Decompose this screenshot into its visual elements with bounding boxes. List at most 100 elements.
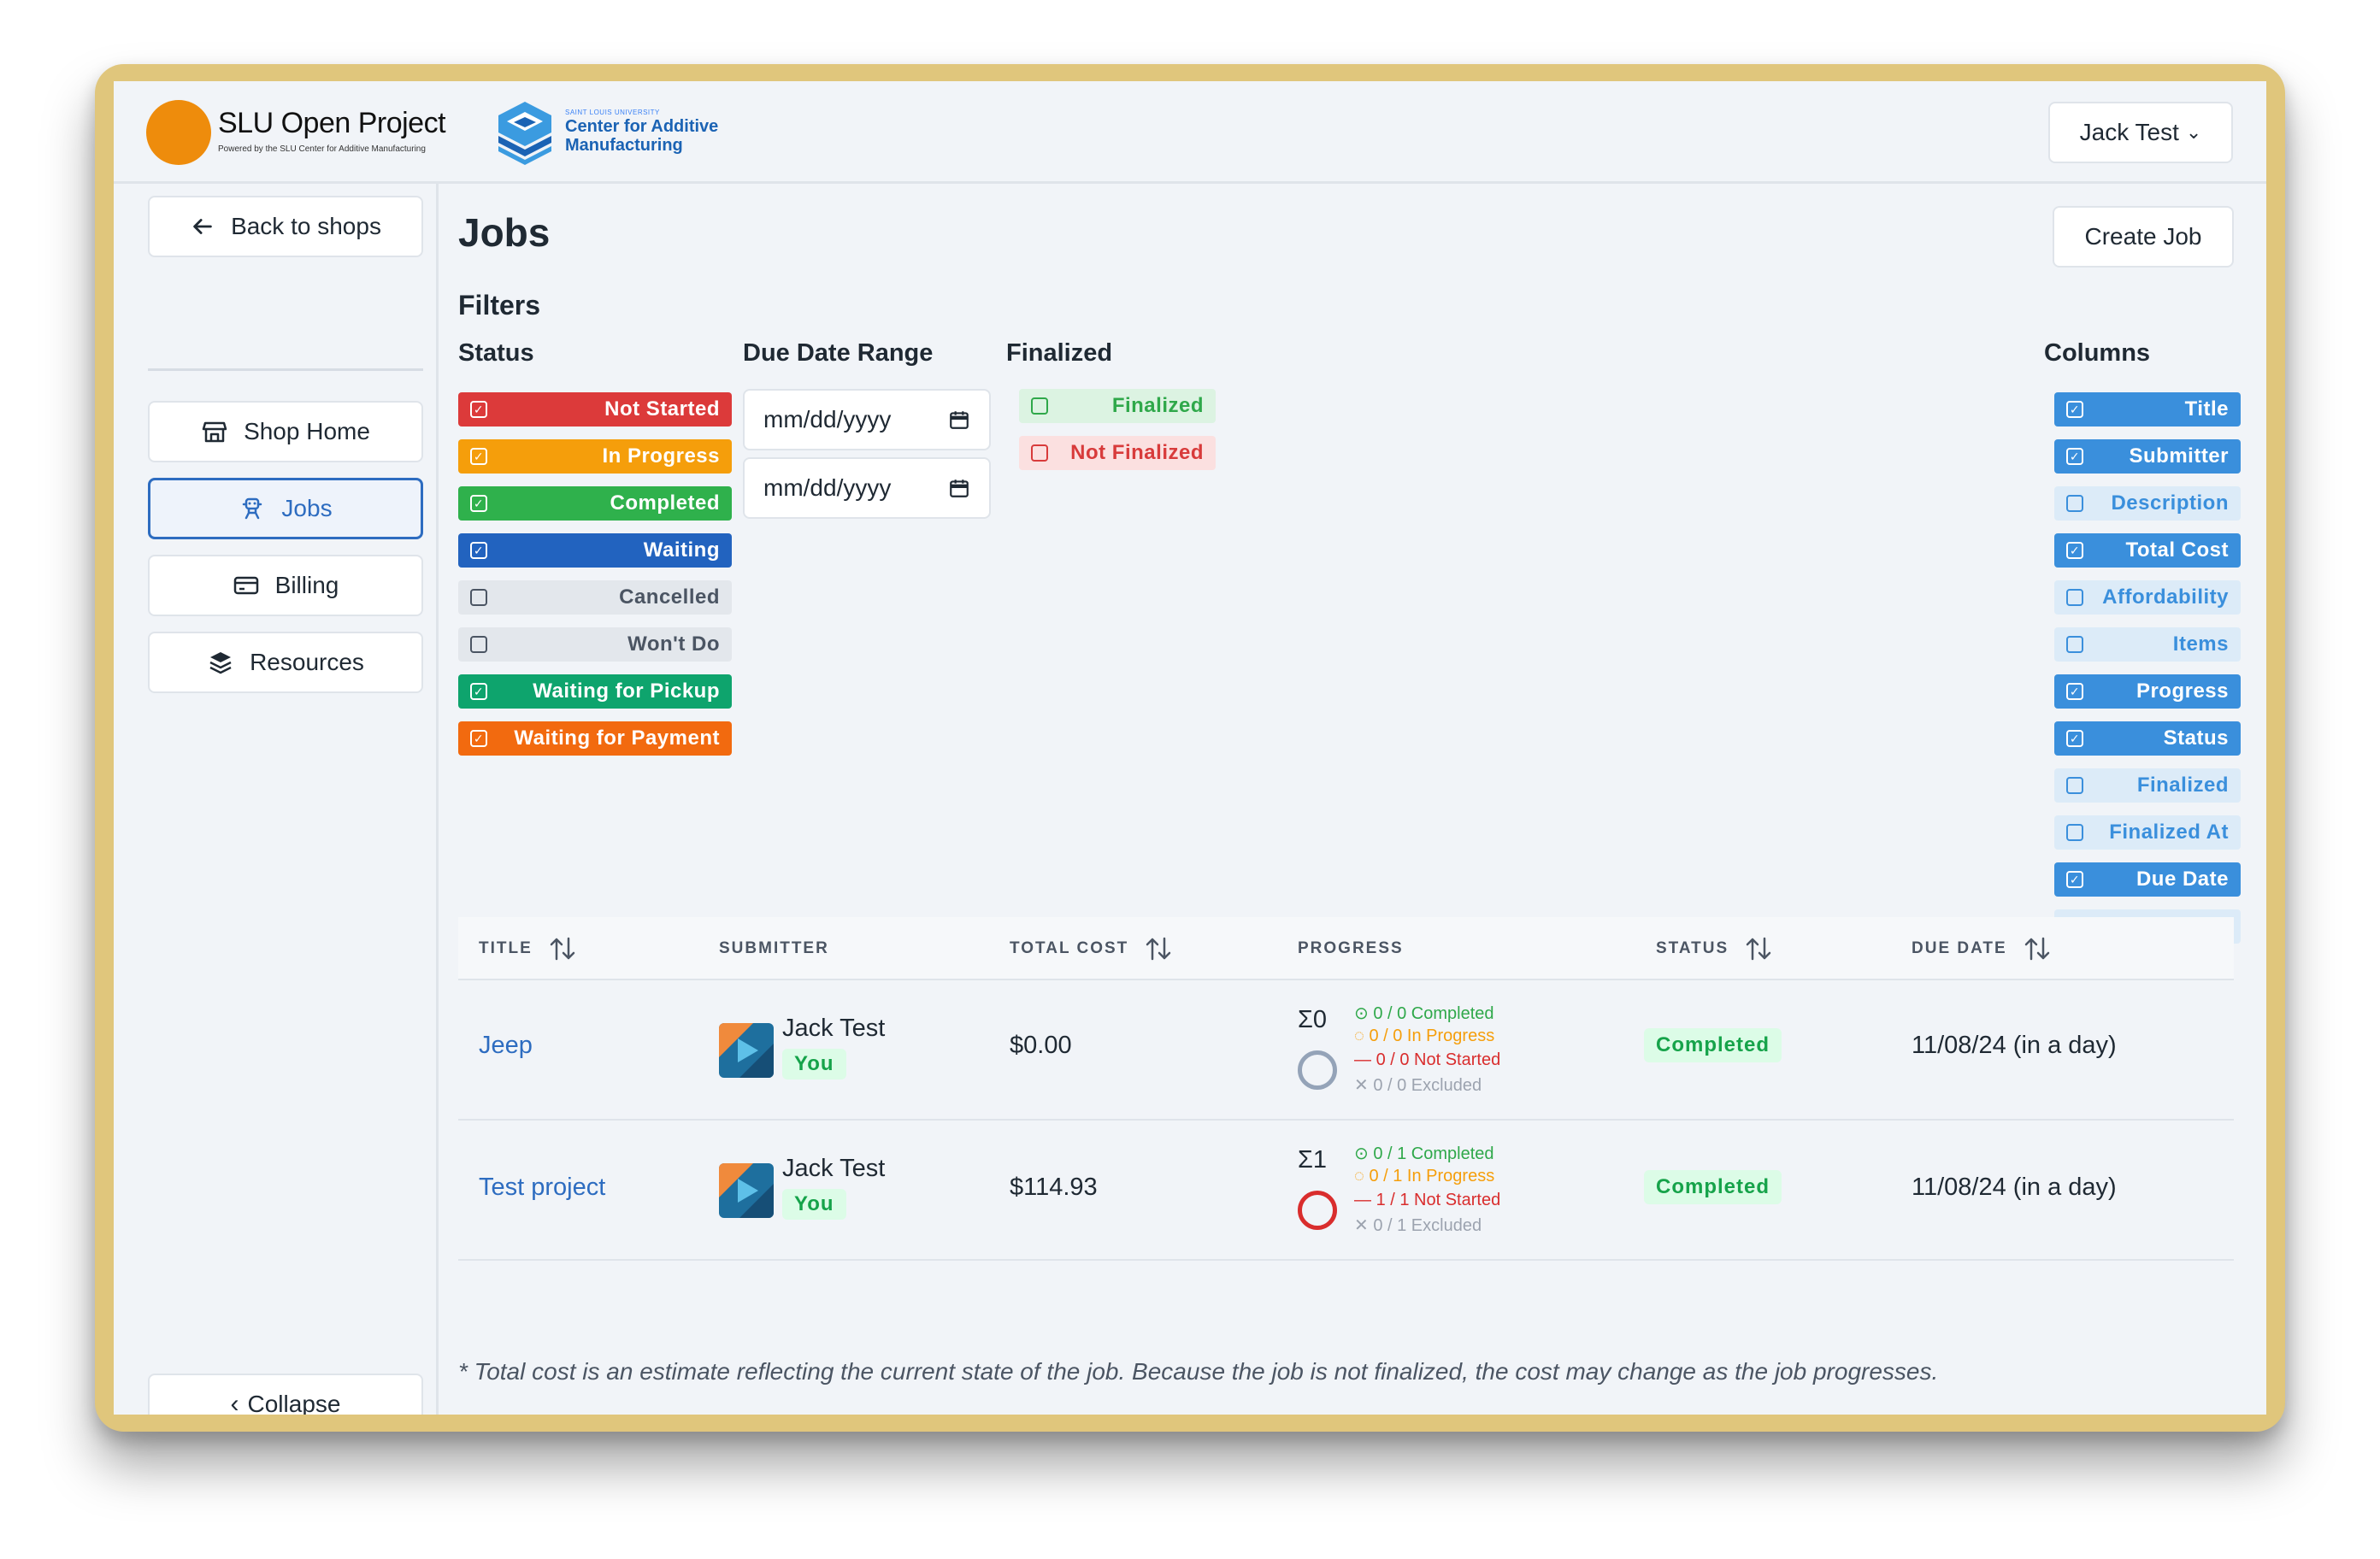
progress-ring [1298, 1191, 1337, 1230]
status-filter-label: In Progress [602, 444, 720, 468]
user-menu-label: Jack Test [2079, 119, 2179, 145]
spinner-icon: ◌ [1354, 1027, 1370, 1045]
sidebar-item-label: Billing [274, 572, 339, 598]
sort-icon[interactable] [1144, 936, 1173, 962]
filters-heading: Filters [458, 290, 541, 321]
checkbox-checked-icon[interactable]: ✓ [2066, 448, 2083, 465]
column-toggle-progress[interactable]: ✓ Progress [2054, 674, 2241, 709]
checkbox-checked-icon[interactable]: ✓ [2066, 401, 2083, 418]
sidebar-item-label: Shop Home [244, 418, 370, 444]
status-filter-waiting-for-pickup[interactable]: ✓ Waiting for Pickup [458, 674, 732, 709]
partner-small-text: SAINT LOUIS UNIVERSITY [565, 109, 660, 116]
column-toggle-submitter[interactable]: ✓ Submitter [2054, 439, 2241, 474]
status-filter-label: Status [458, 339, 534, 367]
checkbox-empty-icon[interactable] [2066, 589, 2083, 606]
checkbox-checked-icon[interactable]: ✓ [2066, 542, 2083, 559]
checkbox-empty-icon[interactable] [2066, 824, 2083, 841]
due-date-end-input[interactable]: mm/dd/yyyy [743, 457, 991, 519]
status-filter-completed[interactable]: ✓ Completed [458, 486, 732, 521]
robot-icon [243, 497, 262, 520]
column-header-status[interactable]: STATUS [1656, 917, 1773, 980]
progress-in-progress: ◌ 0 / 0 In Progress [1354, 1027, 1494, 1046]
progress-excluded: ✕ 0 / 0 Excluded [1354, 1074, 1482, 1096]
checkbox-empty-icon[interactable] [2066, 777, 2083, 794]
checkbox-checked-icon[interactable]: ✓ [2066, 683, 2083, 700]
column-toggle-label: Status [2163, 727, 2229, 750]
finalized-filter-not-finalized[interactable]: Not Finalized [1019, 436, 1216, 470]
checkbox-checked-icon[interactable]: ✓ [470, 401, 487, 418]
app-subtitle: Powered by the SLU Center for Additive M… [218, 144, 426, 154]
checkbox-checked-icon[interactable]: ✓ [470, 730, 487, 747]
checkbox-empty-icon[interactable] [2066, 636, 2083, 653]
page-title: Jobs [458, 210, 551, 255]
checkbox-empty-icon[interactable] [1031, 397, 1048, 415]
checkbox-empty-icon[interactable] [1031, 444, 1048, 462]
sidebar-item-jobs[interactable]: Jobs [148, 478, 423, 539]
checkbox-empty-icon[interactable] [470, 589, 487, 606]
progress-not-started-text: 1 / 1 Not Started [1376, 1191, 1501, 1209]
app-title[interactable]: SLU Open Project [218, 107, 446, 140]
status-filter-label: Waiting [643, 538, 720, 562]
column-toggle-description[interactable]: Description [2054, 486, 2241, 521]
sort-icon[interactable] [2023, 936, 2052, 962]
due-date: 11/08/24 (in a day) [1912, 1032, 2117, 1059]
back-to-shops-button[interactable]: Back to shops [148, 196, 423, 257]
column-toggle-affordability[interactable]: Affordability [2054, 580, 2241, 615]
checkbox-checked-icon[interactable]: ✓ [470, 542, 487, 559]
column-toggle-finalized-at[interactable]: Finalized At [2054, 815, 2241, 850]
sort-icon[interactable] [548, 936, 577, 962]
sidebar-item-shop-home[interactable]: Shop Home [148, 401, 423, 462]
status-filter-label: Completed [610, 491, 720, 515]
create-job-button[interactable]: Create Job [2053, 206, 2234, 268]
finalized-filter-finalized[interactable]: Finalized [1019, 389, 1216, 423]
column-toggle-label: Items [2172, 632, 2229, 656]
checkbox-empty-icon[interactable] [470, 636, 487, 653]
checkbox-checked-icon[interactable]: ✓ [470, 683, 487, 700]
column-header-title[interactable]: TITLE [479, 917, 577, 980]
checkbox-checked-icon[interactable]: ✓ [470, 495, 487, 512]
spinner-icon: ◌ [1354, 1167, 1370, 1185]
column-toggle-items[interactable]: Items [2054, 627, 2241, 662]
minus-icon: — [1354, 1050, 1376, 1069]
you-badge: You [782, 1189, 846, 1220]
store-icon [202, 421, 227, 443]
table-row: Jeep Jack Test You $0.00 Σ0 ⊙ 0 / 0 Comp… [458, 980, 2234, 1121]
job-title-link[interactable]: Jeep [479, 1032, 533, 1060]
column-header-due-date[interactable]: DUE DATE [1912, 917, 2052, 980]
sort-icon[interactable] [1744, 936, 1773, 962]
checkbox-checked-icon[interactable]: ✓ [2066, 730, 2083, 747]
column-toggle-title[interactable]: ✓ Title [2054, 392, 2241, 427]
due-date-start-input[interactable]: mm/dd/yyyy [743, 389, 991, 450]
progress-excluded-text: 0 / 0 Excluded [1373, 1076, 1482, 1095]
user-menu-button[interactable]: Jack Test ⌄ [2048, 102, 2233, 163]
progress-completed: ⊙ 0 / 1 Completed [1354, 1143, 1494, 1164]
sidebar-item-billing[interactable]: Billing [148, 555, 423, 616]
table-header: TITLE SUBMITTER TOTAL COST PROGRESS STAT… [458, 917, 2234, 980]
column-toggle-status[interactable]: ✓ Status [2054, 721, 2241, 756]
status-filter-not-started[interactable]: ✓ Not Started [458, 392, 732, 427]
checkbox-checked-icon[interactable]: ✓ [2066, 871, 2083, 888]
app-logo-icon[interactable] [146, 100, 211, 165]
status-filter-label: Cancelled [619, 585, 720, 609]
column-toggle-finalized[interactable]: Finalized [2054, 768, 2241, 803]
progress-ring [1298, 1050, 1337, 1090]
checkbox-checked-icon[interactable]: ✓ [470, 448, 487, 465]
status-filter-won-t-do[interactable]: Won't Do [458, 627, 732, 662]
column-toggle-label: Finalized [2136, 774, 2229, 797]
status-filter-in-progress[interactable]: ✓ In Progress [458, 439, 732, 474]
checkbox-empty-icon[interactable] [2066, 495, 2083, 512]
status-filter-waiting[interactable]: ✓ Waiting [458, 533, 732, 568]
finalized-filter-label: Finalized [1111, 394, 1204, 417]
column-toggle-total-cost[interactable]: ✓ Total Cost [2054, 533, 2241, 568]
column-toggle-label: Title [2184, 397, 2229, 421]
status-filter-cancelled[interactable]: Cancelled [458, 580, 732, 615]
column-toggle-due-date[interactable]: ✓ Due Date [2054, 862, 2241, 897]
chevron-down-icon: ⌄ [2185, 121, 2202, 143]
job-title-link[interactable]: Test project [479, 1174, 605, 1202]
column-header-total-cost[interactable]: TOTAL COST [1010, 917, 1173, 980]
sidebar-item-resources[interactable]: Resources [148, 632, 423, 693]
status-filter-waiting-for-payment[interactable]: ✓ Waiting for Payment [458, 721, 732, 756]
progress-in-progress-text: 0 / 1 In Progress [1369, 1167, 1495, 1185]
collapse-button[interactable]: ‹ Collapse [148, 1374, 423, 1415]
progress-not-started: — 1 / 1 Not Started [1354, 1191, 1500, 1210]
